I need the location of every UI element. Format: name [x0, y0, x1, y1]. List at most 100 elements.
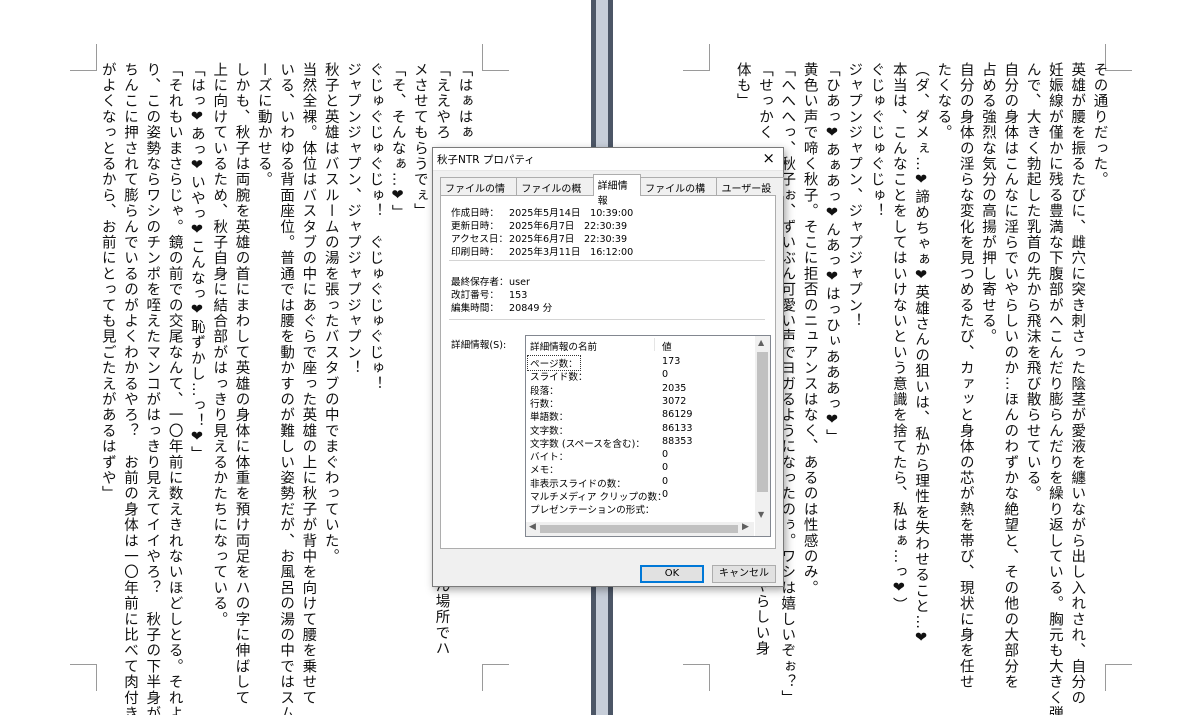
scroll-thumb[interactable] [540, 525, 738, 533]
edit-time-row: 編集時間： 20849 分 [451, 303, 553, 314]
text-column: 黄色い声で啼く秋子。そこに拒否のニュアンスはなく、あるのは性感のみ。 [801, 62, 818, 596]
properties-dialog: 秋子NTR プロパティ × ファイルの情報 ファイルの概要 詳細情報 ファイルの… [432, 147, 784, 587]
text-column: 当然全裸。体位はバスタブの中にあぐらで座った英雄の上に秋子が背中を向けて腰を乗せ… [300, 62, 317, 706]
created-row: 作成日時： 2025年5月14日 10:39:00 [451, 208, 634, 219]
header-divider[interactable] [654, 338, 655, 351]
list-item[interactable]: 単語数： 86129 [526, 409, 754, 423]
property-value: 88353 [662, 435, 693, 447]
cancel-button[interactable]: キャンセル [712, 565, 776, 583]
property-name: 文字数 (スペースを含む)： [530, 438, 645, 450]
scroll-corner [755, 522, 770, 536]
close-icon[interactable]: × [762, 149, 775, 167]
text-column: メさせてもらうでぇ」 [411, 62, 428, 219]
dialog-titlebar[interactable]: 秋子NTR プロパティ × [433, 148, 783, 171]
text-column: 「はぁはぁ [456, 62, 473, 141]
text-column: その通りだった。 [1091, 62, 1108, 188]
modified-row: 更新日時： 2025年6月7日 22:30:39 [451, 221, 628, 232]
crop-mark [683, 44, 710, 71]
property-value: 3072 [662, 395, 687, 407]
text-column: 「そ、そんなぁ…❤」 [389, 62, 406, 221]
separator [449, 260, 765, 261]
details-label: 詳細情報(S): [451, 340, 507, 351]
text-column: ーズに動かせる。 [255, 62, 272, 188]
text-column: 自分の身体はこんなに淫らでいやらしいのか…ほんのわずかな絶望と、その他の大部分を [1002, 62, 1019, 690]
text-column: 英雄が腰を振るたびに、雌穴に突き刺さった陰茎が愛液を纏いながら出し入れされ、自分… [1069, 62, 1086, 706]
text-column: 秋子と英雄はバスルームの湯を張ったバスタブの中でまぐわっていた。 [322, 62, 339, 565]
text-column: り、この姿勢ならワシのチンポを咥えたマンコがはっきり見えてイイやろ？ 秋子の下半… [144, 62, 161, 715]
text-column: 占める強烈な気分の高揚が押し寄せる。 [980, 62, 996, 345]
horizontal-scrollbar[interactable]: ◀ ▶ [526, 522, 754, 536]
property-name: 行数： [530, 398, 559, 410]
text-column: いる、いわゆる背面座位。普通では腰を動かすのが難しい姿勢だが、お風呂の湯の中では… [278, 62, 295, 715]
text-column: 本当は、こんなことをしてはいけないという意識を捨てたら、私はぁ…っ❤） [890, 62, 907, 613]
property-name: 文字数： [530, 425, 569, 437]
text-column: がよくなっとるから、お前にとっても見ごたえがあるはずや」 [99, 62, 116, 502]
list-header: 詳細情報の名前 値 [526, 336, 754, 353]
list-item[interactable]: バイト： 0 [526, 449, 754, 463]
property-value: 0 [662, 489, 669, 500]
revision-row: 改訂番号： 153 [451, 290, 528, 301]
text-column: 「ひあっ❤あぁあっ❤んあっ❤はっひぃあああっ❤」 [823, 62, 840, 445]
list-item[interactable]: 段落： 2035 [526, 383, 754, 397]
text-column: ジャプンジャプン、ジャプジャプジャプン！ [345, 62, 361, 376]
property-value: 173 [662, 356, 681, 367]
crop-mark [482, 44, 509, 71]
property-name: スライド数： [530, 372, 588, 384]
text-column: 「ええやろ [434, 62, 451, 141]
ok-button[interactable]: OK [640, 565, 704, 583]
printed-row: 印刷日時： 2025年3月11日 16:12:00 [451, 247, 634, 258]
vertical-scrollbar[interactable]: ▲ ▼ [755, 336, 770, 522]
text-column: 体も」 [734, 62, 751, 110]
scroll-right-icon[interactable]: ▶ [742, 522, 749, 532]
text-column: 「それもいまさらじゃ。鏡の前での交尾なんて、一〇年前に数えきれないほどしとる。そ… [166, 62, 183, 715]
tab-strip: ファイルの情報 ファイルの概要 詳細情報 ファイルの構成 ユーザー設定 [440, 174, 784, 210]
accessed-row: アクセス日：2025年6月7日 22:30:39 [451, 234, 628, 245]
details-panel: 作成日時： 2025年5月14日 10:39:00 更新日時： 2025年6月7日 … [440, 195, 776, 549]
text-column: 自分の身体の淫らな変化を見つめるたび、カァッと身体の芯が熱を帯び、現状に身を任せ [957, 62, 974, 691]
separator [449, 319, 765, 320]
crop-mark [70, 44, 97, 71]
list-item[interactable]: 文字数 (スペースを含む)： 88353 [526, 436, 754, 450]
partial-column: やらしい身 [753, 578, 770, 657]
scroll-left-icon[interactable]: ◀ [529, 522, 536, 532]
property-name: 非表示スライドの数： [530, 478, 626, 490]
list-item[interactable]: 行数： 3072 [526, 396, 754, 410]
list-item[interactable]: マルチメディア クリップの数： 0 [526, 489, 754, 503]
property-value: 0 [662, 462, 669, 474]
crop-mark [482, 664, 509, 691]
property-value: 86129 [662, 409, 693, 421]
scroll-up-icon[interactable]: ▲ [758, 338, 764, 347]
header-value[interactable]: 値 [662, 339, 672, 353]
statistics-list[interactable]: 詳細情報の名前 値 ページ数： 173 スライド数： 0 段落： 2035 行数： 3072 単… [525, 335, 771, 537]
header-name[interactable]: 詳細情報の名前 [530, 339, 597, 353]
text-column: しかも、秋子は両腕を英雄の首にまわして英雄の身体に体重を預け両足をハの字に伸ばし… [233, 62, 250, 706]
property-value: 0 [662, 449, 669, 461]
property-value: 2035 [662, 382, 687, 394]
text-column: たくなる。 [935, 62, 952, 141]
tab-summary[interactable]: ファイルの概要 [516, 177, 594, 210]
list-item[interactable]: スライド数： 0 [526, 369, 754, 383]
property-name: プレゼンテーションの形式： [530, 505, 655, 517]
text-column: 「はっ❤あっ❤いやっ❤こんなっ❤恥ずかし…っ！❤」 [188, 62, 205, 462]
tab-contents[interactable]: ファイルの構成 [640, 177, 718, 210]
list-item[interactable]: プレゼンテーションの形式： [526, 502, 754, 516]
property-name: バイト： [530, 452, 569, 464]
text-column: ぐじゅぐじゅぐじゅ！ ぐじゅぐじゅぐじゅ！ [367, 62, 384, 392]
text-column: 妊娠線が僅かに残る豊満な下腹部がへこんだり膨らんだりを繰り返している。胸元も大き… [1046, 62, 1063, 715]
tab-details[interactable]: 詳細情報 [592, 174, 642, 207]
text-column: ぐじゅぐじゅぐじゅ！ [868, 62, 885, 219]
dialog-title: 秋子NTR プロパティ [437, 154, 535, 166]
list-item[interactable]: メモ： 0 [526, 462, 754, 476]
property-value: 86133 [662, 422, 693, 434]
property-name: ページ数： [527, 355, 581, 371]
property-name: 段落： [530, 385, 559, 397]
tab-file-info[interactable]: ファイルの情報 [440, 177, 518, 210]
tab-user-settings[interactable]: ユーザー設定 [716, 177, 784, 210]
list-item[interactable]: ページ数： 173 [526, 355, 754, 371]
scroll-thumb[interactable] [757, 352, 768, 492]
list-item[interactable]: 非表示スライドの数： 0 [526, 476, 754, 490]
list-item[interactable]: 文字数： 86133 [526, 423, 754, 437]
property-value: 0 [662, 475, 669, 487]
scroll-down-icon[interactable]: ▼ [758, 510, 764, 519]
text-column: ジャプンジャプン、ジャプジャプン！ [846, 62, 863, 329]
